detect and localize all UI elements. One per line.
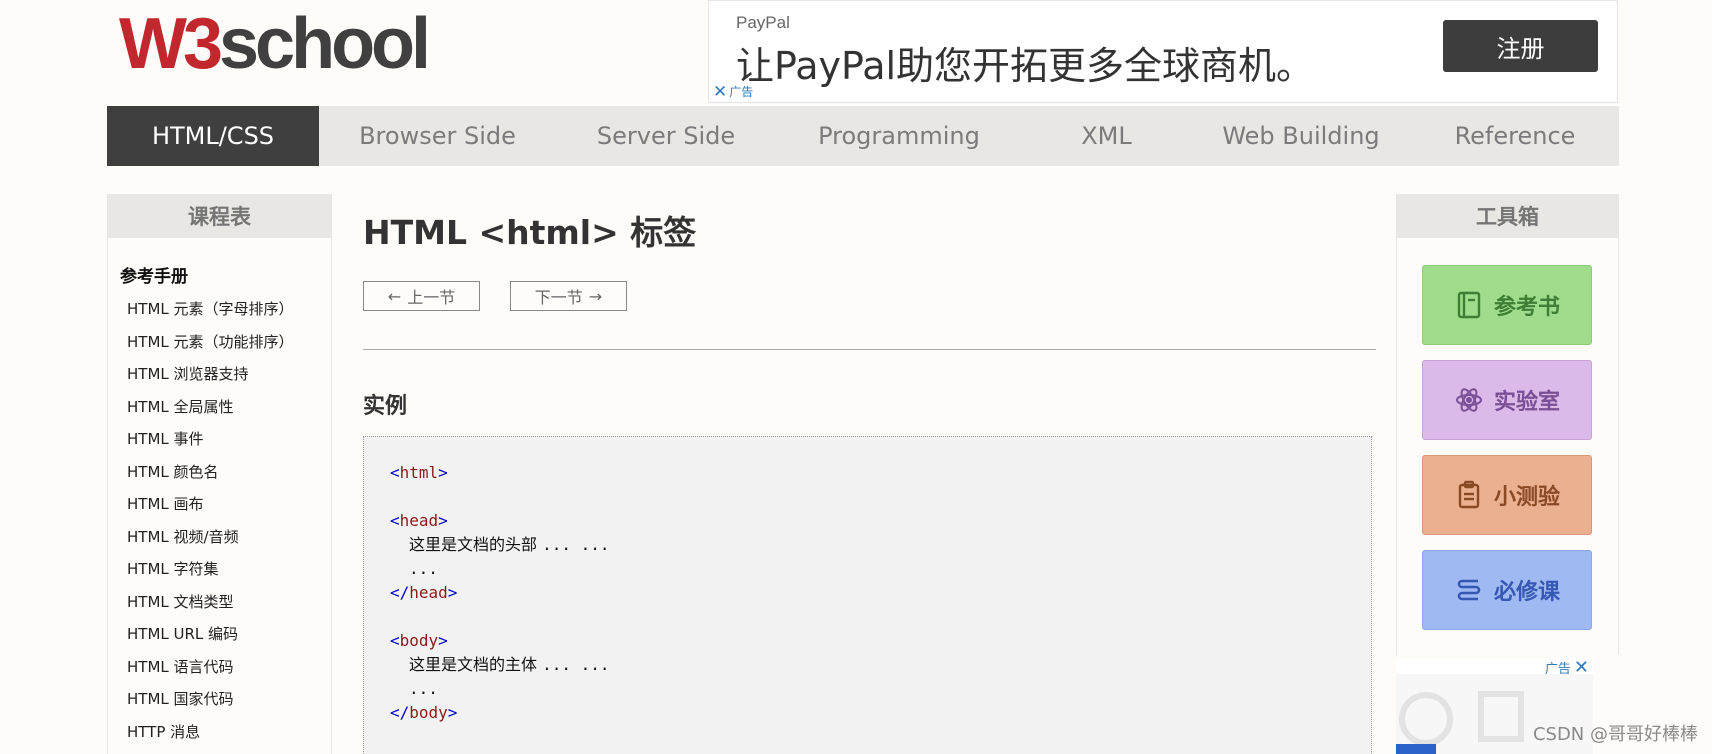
site-header: W3school PayPal 让PayPal助您开拓更多全球商机。 注册 ✕ … bbox=[107, 0, 1618, 106]
sidebar-item-url-encode[interactable]: HTML URL 编码 bbox=[108, 618, 331, 651]
sidebar-item-country-codes[interactable]: HTML 国家代码 bbox=[108, 683, 331, 716]
nav-browser-side[interactable]: Browser Side bbox=[319, 106, 556, 166]
sidebar-item-events[interactable]: HTML 事件 bbox=[108, 423, 331, 456]
logo-w3: W3 bbox=[119, 4, 223, 84]
tool-lab[interactable]: 实验室 bbox=[1422, 360, 1592, 440]
nav-web-building[interactable]: Web Building bbox=[1191, 106, 1411, 166]
atom-icon bbox=[1455, 388, 1482, 412]
sidebar-item-audio-video[interactable]: HTML 视频/音频 bbox=[108, 521, 331, 554]
close-icon[interactable]: ✕ bbox=[713, 83, 727, 100]
book-icon bbox=[1457, 291, 1481, 319]
tool-reference-book[interactable]: 参考书 bbox=[1422, 265, 1592, 345]
sidebar-item-charsets[interactable]: HTML 字符集 bbox=[108, 553, 331, 586]
main-nav: HTML/CSS Browser Side Server Side Progra… bbox=[107, 106, 1619, 166]
ad-register-button[interactable]: 注册 bbox=[1443, 20, 1598, 72]
sidebar-item-color-names[interactable]: HTML 颜色名 bbox=[108, 456, 331, 489]
prev-section-label: 上一节 bbox=[407, 288, 456, 307]
close-icon[interactable]: ✕ bbox=[1574, 658, 1589, 676]
code-example: <html> <head> 这里是文档的头部 ... ... ... </hea… bbox=[363, 436, 1372, 754]
arrow-left-icon: ← bbox=[387, 286, 402, 306]
sidebar-item-http-messages[interactable]: HTTP 消息 bbox=[108, 716, 331, 749]
next-section-button[interactable]: 下一节 → bbox=[510, 281, 627, 311]
top-banner-ad[interactable]: PayPal 让PayPal助您开拓更多全球商机。 注册 ✕ 广告 bbox=[708, 0, 1618, 103]
tool-label: 小测验 bbox=[1493, 485, 1560, 510]
course-icon bbox=[1457, 579, 1481, 601]
tool-label: 参考书 bbox=[1493, 295, 1560, 320]
prev-section-button[interactable]: ← 上一节 bbox=[363, 281, 480, 311]
tool-label: 实验室 bbox=[1493, 390, 1560, 415]
tool-label: 必修课 bbox=[1493, 580, 1560, 605]
page-title: HTML <html> 标签 bbox=[363, 213, 697, 252]
tool-required-course[interactable]: 必修课 bbox=[1422, 550, 1592, 630]
sidebar-item-language-codes[interactable]: HTML 语言代码 bbox=[108, 651, 331, 684]
clipboard-icon bbox=[1458, 480, 1480, 509]
main-content: HTML <html> 标签 ← 上一节 下一节 → 实例 <html> <he… bbox=[333, 166, 1395, 754]
code-line: <body> bbox=[390, 631, 448, 650]
watermark: CSDN @哥哥好棒棒 bbox=[1532, 724, 1698, 745]
sidebar-item-global-attributes[interactable]: HTML 全局属性 bbox=[108, 391, 331, 424]
example-heading: 实例 bbox=[363, 394, 408, 419]
nav-reference[interactable]: Reference bbox=[1411, 106, 1619, 166]
nav-html-css[interactable]: HTML/CSS bbox=[107, 106, 319, 166]
next-section-label: 下一节 bbox=[534, 288, 583, 307]
ad-close-control[interactable]: ✕ 广告 bbox=[713, 83, 753, 100]
tool-quiz[interactable]: 小测验 bbox=[1422, 455, 1592, 535]
nav-programming[interactable]: Programming bbox=[776, 106, 1022, 166]
sidebar-heading: 参考手册 bbox=[120, 267, 188, 287]
logo-school: school bbox=[219, 4, 431, 84]
sidebar-item-elements-alpha[interactable]: HTML 元素（字母排序） bbox=[108, 293, 331, 326]
code-line: ... bbox=[409, 559, 438, 578]
sidebar-item-browser-support[interactable]: HTML 浏览器支持 bbox=[108, 358, 331, 391]
toolbox-title: 工具箱 bbox=[1397, 194, 1618, 238]
sidebar-item-elements-func[interactable]: HTML 元素（功能排序） bbox=[108, 326, 331, 359]
sidebar-item-doctypes[interactable]: HTML 文档类型 bbox=[108, 586, 331, 619]
sidebar-title: 课程表 bbox=[108, 194, 331, 238]
code-line: ... bbox=[409, 679, 438, 698]
nav-server-side[interactable]: Server Side bbox=[556, 106, 776, 166]
divider bbox=[363, 349, 1376, 350]
ad-label: 广告 bbox=[729, 85, 754, 99]
code-line: 这里是文档的头部 ... ... bbox=[409, 535, 610, 554]
code-line: </head> bbox=[390, 583, 458, 602]
ad-brand: PayPal bbox=[736, 13, 790, 32]
nav-xml[interactable]: XML bbox=[1022, 106, 1191, 166]
left-sidebar: 课程表 参考手册 HTML 元素（字母排序） HTML 元素（功能排序） HTM… bbox=[107, 194, 332, 754]
ad-headline: 让PayPal助您开拓更多全球商机。 bbox=[736, 44, 1315, 88]
w3school-logo[interactable]: W3school bbox=[119, 4, 431, 84]
right-sidebar: 工具箱 参考书 实验室 小测验 必修课 bbox=[1396, 194, 1619, 655]
reference-list: HTML 元素（字母排序） HTML 元素（功能排序） HTML 浏览器支持 H… bbox=[108, 293, 331, 748]
sidebar-item-canvas[interactable]: HTML 画布 bbox=[108, 488, 331, 521]
arrow-right-icon: → bbox=[588, 286, 603, 306]
code-line: <html> bbox=[390, 463, 448, 482]
code-line: <head> bbox=[390, 511, 448, 530]
code-line: 这里是文档的主体 ... ... bbox=[409, 655, 610, 674]
code-line: </body> bbox=[390, 703, 458, 722]
